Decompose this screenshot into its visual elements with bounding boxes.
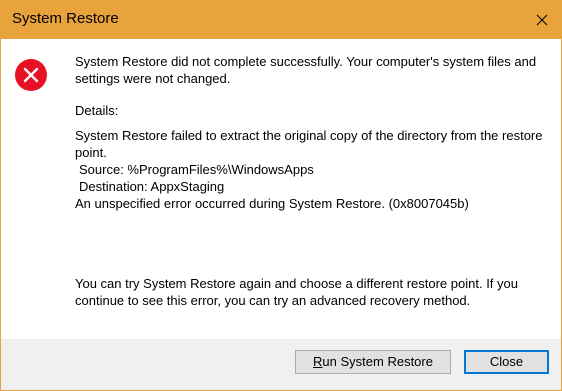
access-key: R [313, 354, 323, 369]
details-text: System Restore failed to extract the ori… [75, 127, 545, 212]
main-message-line: settings were not changed. [75, 71, 231, 86]
title-bar[interactable]: System Restore [1, 1, 561, 39]
details-error-code: An unspecified error occurred during Sys… [75, 196, 469, 211]
button-bar: Run System Restore Close [1, 339, 561, 390]
main-message: System Restore did not complete successf… [75, 53, 545, 87]
window-title: System Restore [12, 10, 119, 27]
dialog-content: System Restore did not complete successf… [1, 39, 561, 339]
system-restore-dialog: System Restore System Restore did not co… [0, 0, 562, 391]
retry-message-line: You can try System Restore again and cho… [75, 276, 518, 291]
main-message-line: System Restore did not complete successf… [75, 54, 537, 69]
details-line: System Restore failed to extract the ori… [75, 128, 543, 143]
error-icon [14, 58, 48, 92]
close-icon[interactable] [527, 5, 557, 35]
details-destination: Destination: AppxStaging [79, 179, 225, 194]
details-source: Source: %ProgramFiles%\WindowsApps [79, 162, 314, 177]
retry-message: You can try System Restore again and cho… [75, 275, 545, 309]
retry-message-line: continue to see this error, you can try … [75, 293, 471, 308]
details-line: point. [75, 145, 107, 160]
details-label: Details: [75, 103, 119, 118]
button-label: un System Restore [322, 354, 433, 369]
run-system-restore-button[interactable]: Run System Restore [295, 350, 451, 374]
close-button[interactable]: Close [464, 350, 549, 374]
